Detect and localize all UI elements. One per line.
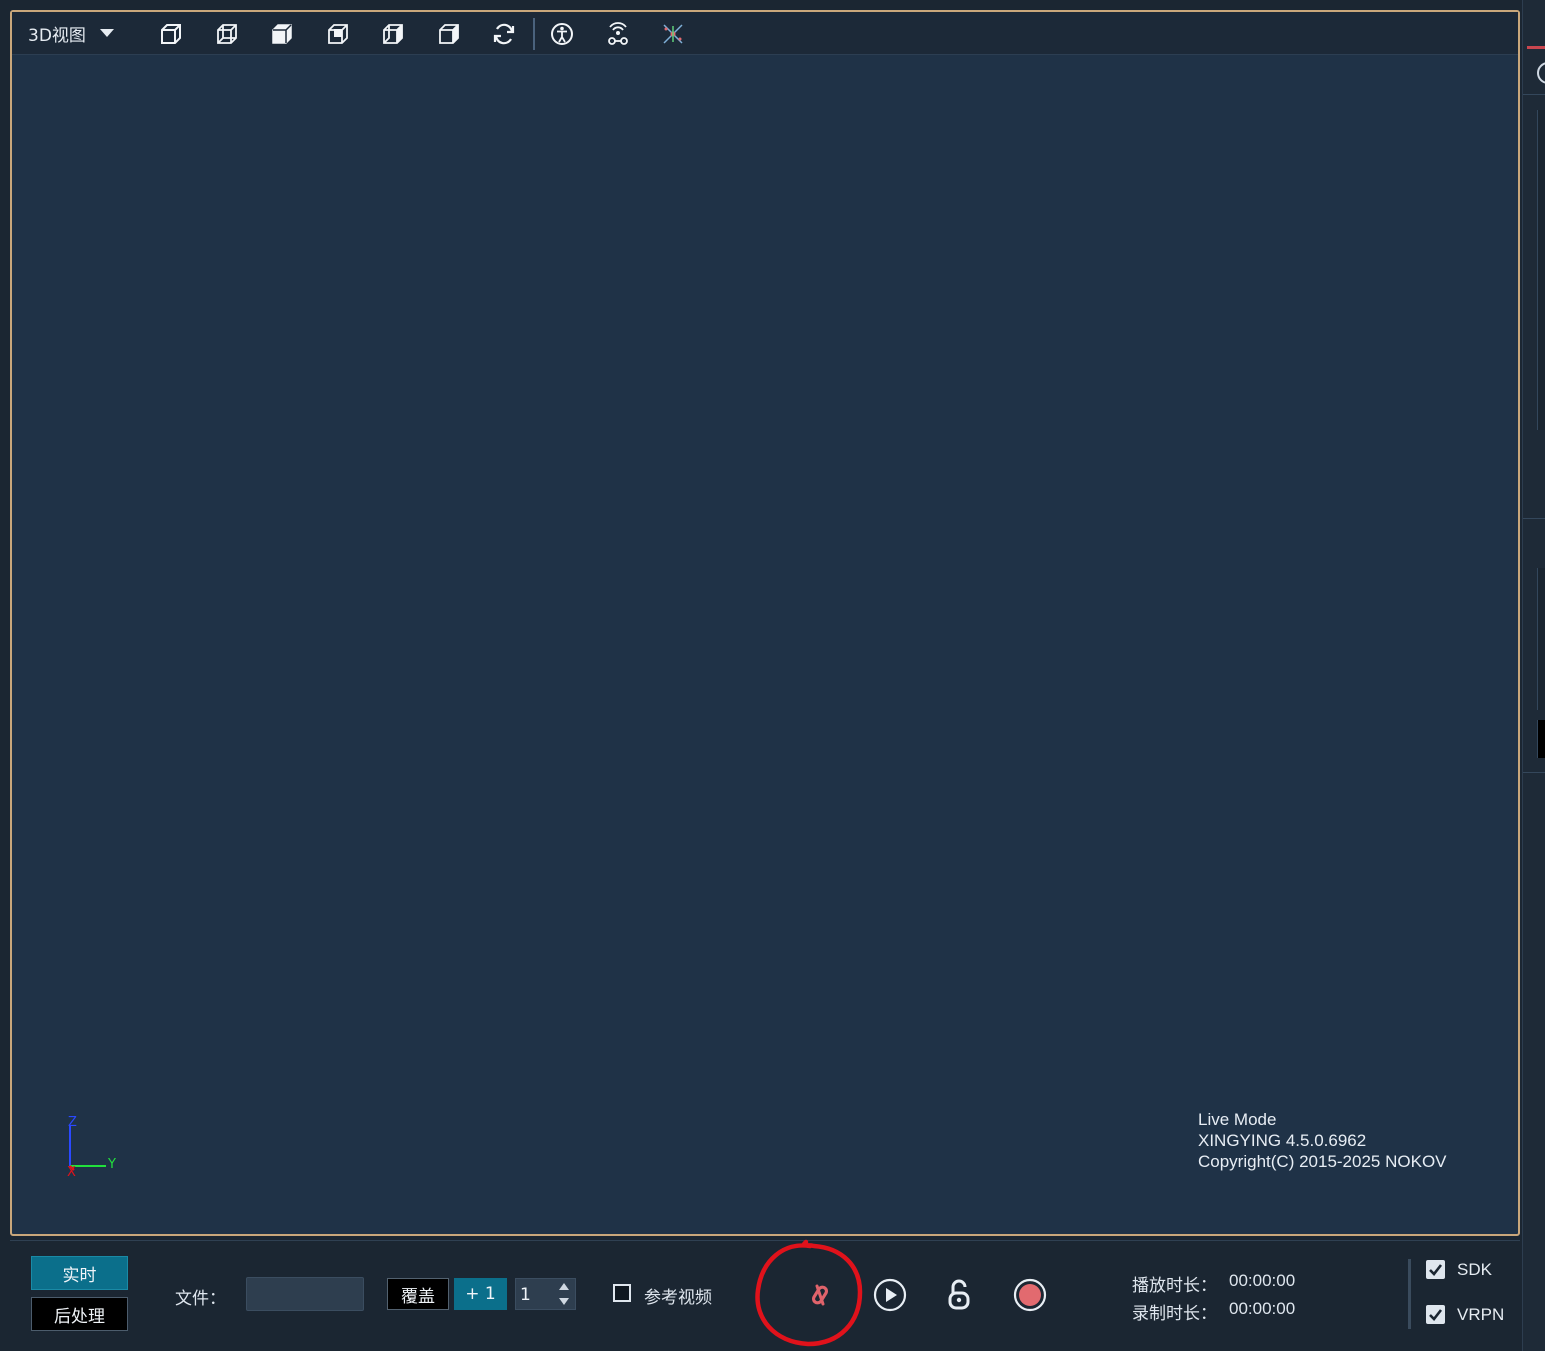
panel-section (1537, 110, 1545, 430)
active-tab-indicator (1527, 46, 1545, 49)
spin-up-icon[interactable] (559, 1283, 569, 1290)
unlock-icon (948, 1279, 970, 1310)
marker-icon[interactable] (659, 20, 687, 48)
play-button[interactable] (870, 1275, 910, 1315)
panel-divider (1523, 94, 1545, 95)
take-number-spinbox[interactable]: 1 (515, 1278, 576, 1310)
file-input[interactable] (246, 1277, 364, 1311)
copyright-text: Copyright(C) 2015-2025 NOKOV (1198, 1152, 1447, 1171)
lock-button[interactable] (940, 1275, 980, 1315)
post-process-button[interactable]: 后处理 (31, 1297, 128, 1331)
bottom-control-bar: 实时 后处理 文件： 覆盖 + 1 1 参考视频 播放时长： 00:00:00 … (10, 1240, 1520, 1347)
checkmark-icon (1429, 1309, 1443, 1321)
cube-front-icon[interactable] (157, 20, 185, 48)
panel-button[interactable] (1537, 720, 1545, 758)
version-text: XINGYING 4.5.0.6962 (1198, 1131, 1367, 1150)
cube-perspective-icon[interactable] (213, 20, 241, 48)
3d-viewport[interactable]: 3D视图 Z Y X Live Mode XINGYING 4.5.0.6962… (10, 10, 1520, 1236)
spin-down-icon[interactable] (559, 1298, 569, 1305)
play-icon (873, 1278, 907, 1312)
record-duration-value: 00:00:00 (1229, 1299, 1296, 1318)
playback-duration-value: 00:00:00 (1229, 1271, 1296, 1290)
skeleton-icon[interactable] (548, 20, 576, 48)
record-button[interactable] (1010, 1275, 1050, 1315)
cube-side-icon[interactable] (379, 20, 407, 48)
sdk-checkbox[interactable] (1426, 1260, 1445, 1279)
axis-gizmo: Z Y X (67, 1116, 116, 1176)
record-icon (1013, 1278, 1047, 1312)
panel-circle-icon[interactable] (1537, 62, 1545, 84)
spinbox-value: 1 (520, 1285, 531, 1305)
panel-divider (1523, 772, 1545, 773)
bottom-separator (1408, 1259, 1411, 1329)
view-select-dropdown[interactable]: 3D视图 (28, 21, 114, 46)
refresh-icon[interactable] (490, 20, 518, 48)
axis-x-label: X (67, 1165, 76, 1176)
mode-text: Live Mode (1198, 1110, 1277, 1129)
reference-video-label: 参考视频 (644, 1288, 712, 1308)
cube-back-icon[interactable] (435, 20, 463, 48)
sdk-label: SDK (1457, 1260, 1492, 1279)
reference-video-checkbox[interactable] (613, 1284, 631, 1302)
axis-y-label: Y (107, 1157, 116, 1172)
axis-z-label: Z (68, 1116, 77, 1130)
right-side-panel (1522, 0, 1545, 1351)
live-mode-button[interactable]: 实时 (31, 1256, 128, 1290)
vrpn-checkbox[interactable] (1426, 1305, 1445, 1324)
panel-divider (1523, 518, 1545, 519)
link-icon (811, 1284, 829, 1306)
playback-duration-label: 播放时长： (1132, 1276, 1217, 1296)
chevron-down-icon (99, 29, 114, 37)
overwrite-button[interactable]: 覆盖 (387, 1278, 449, 1310)
viewport-info: Live Mode XINGYING 4.5.0.6962 Copyright(… (1198, 1109, 1447, 1172)
view-select-label: 3D视图 (28, 25, 86, 46)
viewport-toolbar: 3D视图 (12, 12, 1518, 55)
vrpn-label: VRPN (1457, 1305, 1505, 1324)
checkmark-icon (1429, 1264, 1443, 1276)
panel-section (1537, 568, 1545, 710)
toolbar-separator (533, 18, 535, 50)
file-label: 文件： (175, 1289, 226, 1309)
record-duration-label: 录制时长： (1132, 1304, 1217, 1324)
connect-link-button[interactable] (800, 1275, 840, 1315)
increment-button[interactable]: + 1 (454, 1278, 507, 1310)
cube-top-icon[interactable] (268, 20, 296, 48)
cube-iso-icon[interactable] (324, 20, 352, 48)
rigid-body-icon[interactable] (604, 20, 632, 48)
